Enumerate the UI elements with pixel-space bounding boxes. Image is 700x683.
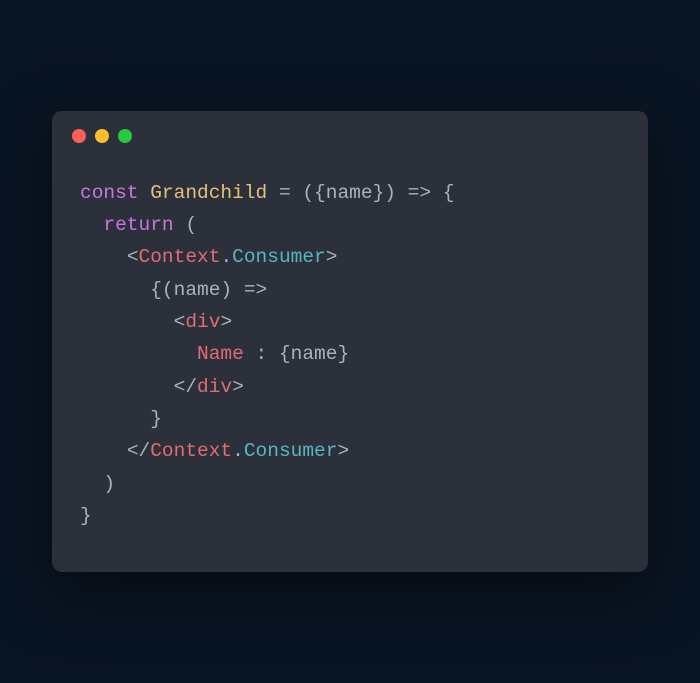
code-component-member: Consumer — [232, 246, 326, 268]
code-dot: . — [232, 440, 244, 462]
code-component-member: Consumer — [244, 440, 338, 462]
code-expression: {(name) => — [150, 279, 279, 301]
code-angle: < — [127, 246, 139, 268]
code-tag: div — [197, 376, 232, 398]
code-angle: > — [220, 311, 232, 333]
code-keyword: return — [103, 214, 173, 236]
code-operator: = — [267, 182, 302, 204]
code-paren: ) — [103, 473, 115, 495]
maximize-icon[interactable] — [118, 129, 132, 143]
code-function-name: Grandchild — [150, 182, 267, 204]
code-component: Context — [139, 246, 221, 268]
code-angle: </ — [127, 440, 150, 462]
code-keyword: const — [80, 182, 139, 204]
code-text: : {name} — [244, 343, 349, 365]
code-brace: } — [150, 408, 162, 430]
code-text: Name — [197, 343, 244, 365]
code-block: const Grandchild = ({name}) => { return … — [52, 153, 648, 573]
code-paren: ( — [174, 214, 197, 236]
code-brace: { — [443, 182, 455, 204]
code-params: ({name}) — [302, 182, 396, 204]
code-window: const Grandchild = ({name}) => { return … — [52, 111, 648, 573]
code-angle: > — [337, 440, 349, 462]
code-dot: . — [220, 246, 232, 268]
code-angle: > — [232, 376, 244, 398]
code-angle: < — [174, 311, 186, 333]
code-angle: > — [326, 246, 338, 268]
code-angle: </ — [174, 376, 197, 398]
window-titlebar — [52, 111, 648, 153]
code-brace: } — [80, 505, 92, 527]
close-icon[interactable] — [72, 129, 86, 143]
code-tag: div — [185, 311, 220, 333]
code-arrow: => — [396, 182, 443, 204]
minimize-icon[interactable] — [95, 129, 109, 143]
code-component: Context — [150, 440, 232, 462]
